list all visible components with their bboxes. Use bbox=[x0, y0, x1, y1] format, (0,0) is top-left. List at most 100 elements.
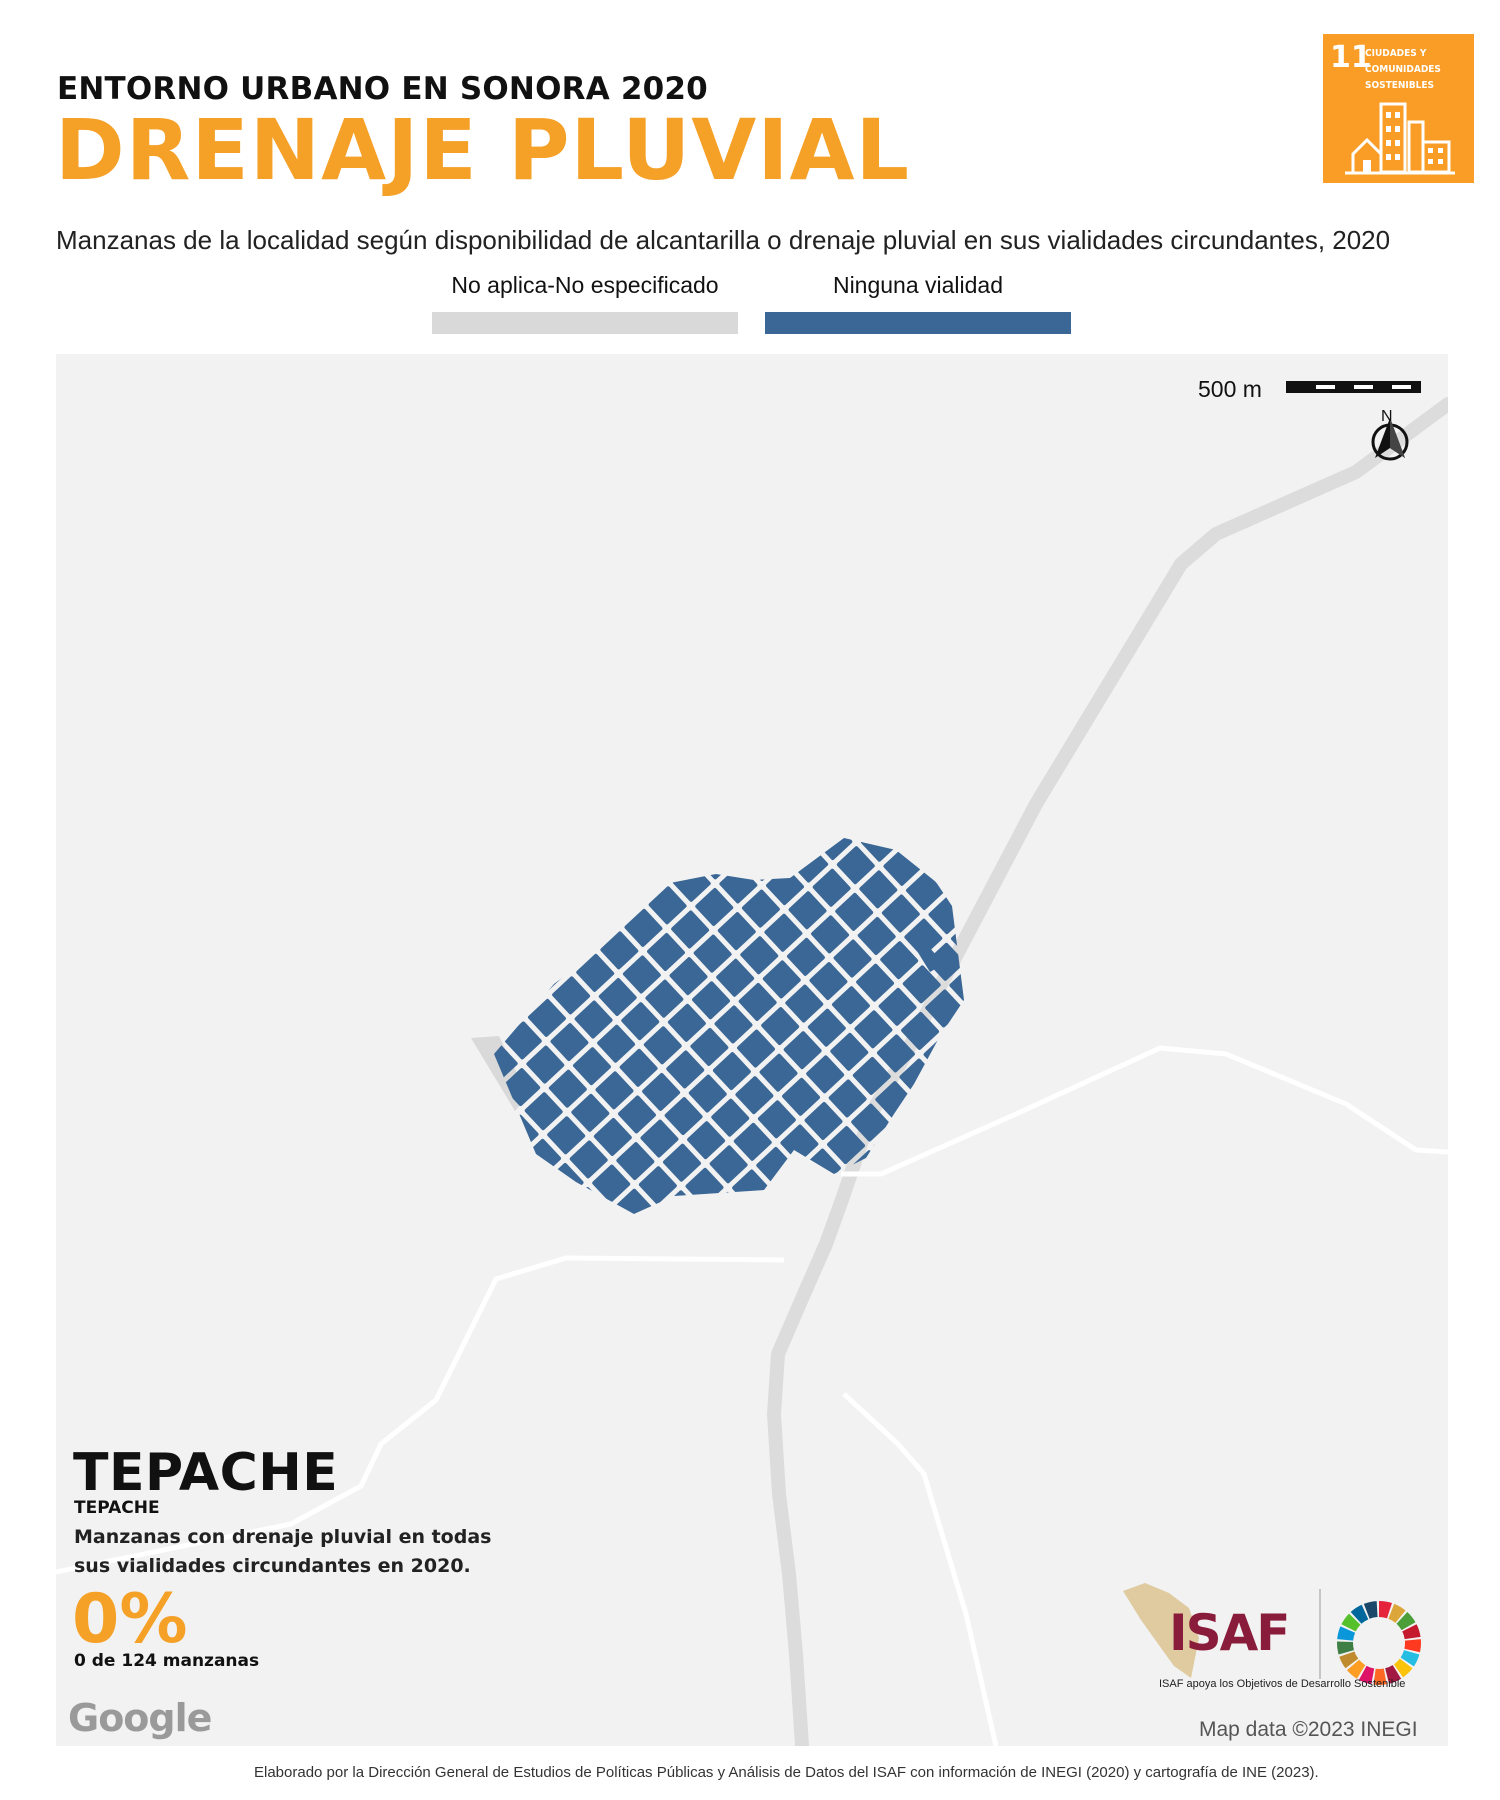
town-block bbox=[657, 1283, 697, 1323]
indicator-percent: 0% bbox=[72, 1580, 188, 1659]
town-block bbox=[273, 919, 313, 959]
town-block bbox=[862, 776, 902, 816]
town-block bbox=[725, 678, 765, 718]
town-block bbox=[921, 1082, 960, 1121]
town-block bbox=[995, 968, 1035, 1008]
map-attribution[interactable]: Map data ©2023 INEGI bbox=[1199, 1718, 1418, 1742]
town-block bbox=[494, 1137, 515, 1176]
town-block bbox=[954, 838, 964, 865]
town-block bbox=[791, 797, 831, 837]
footer-credit: Elaborado por la Dirección General de Es… bbox=[254, 1764, 1319, 1781]
town-block bbox=[418, 784, 458, 824]
town-block bbox=[635, 1259, 675, 1299]
town-block bbox=[587, 627, 627, 667]
town-block bbox=[511, 787, 551, 827]
town-block bbox=[653, 746, 693, 786]
town-block bbox=[416, 831, 456, 871]
town-block bbox=[630, 722, 670, 762]
town-block bbox=[342, 945, 382, 985]
town-block bbox=[627, 838, 666, 854]
town-block bbox=[908, 778, 948, 818]
town-block bbox=[588, 1257, 628, 1297]
legend-item-no-aplica: No aplica-No especificado bbox=[432, 272, 738, 334]
town-block bbox=[635, 582, 675, 622]
town-block bbox=[543, 1209, 582, 1214]
town-block bbox=[406, 1111, 446, 1151]
town-block bbox=[408, 1064, 448, 1104]
town-block bbox=[587, 1304, 627, 1344]
town-block bbox=[521, 1185, 560, 1214]
town-block bbox=[415, 877, 455, 917]
town-block bbox=[749, 656, 789, 696]
town-block bbox=[442, 762, 482, 802]
town-block bbox=[316, 1014, 356, 1054]
indicator-description: Manzanas con drenaje pluvial en todas su… bbox=[74, 1526, 492, 1577]
town-block bbox=[564, 1280, 604, 1320]
town-block bbox=[897, 1105, 936, 1144]
town-block bbox=[794, 704, 834, 744]
sdg-11-badge: 11 CIUDADES Y COMUNIDADES SOSTENIBLES bbox=[1323, 34, 1474, 183]
town-block bbox=[674, 838, 713, 856]
town-block bbox=[537, 718, 577, 758]
town-block bbox=[564, 602, 604, 642]
town-block bbox=[339, 1038, 379, 1078]
town-block bbox=[508, 881, 547, 920]
town-block bbox=[632, 1352, 672, 1392]
town-block bbox=[439, 855, 479, 895]
secondary-road-east bbox=[841, 1045, 1448, 1177]
town-block bbox=[796, 657, 836, 697]
indicator-count: 0 de 124 manzanas bbox=[74, 1651, 260, 1671]
town-block bbox=[361, 1062, 401, 1102]
town-block bbox=[452, 1159, 492, 1199]
town-block bbox=[754, 1193, 793, 1214]
town-block bbox=[411, 971, 451, 1011]
town-block bbox=[365, 969, 405, 1009]
isaf-logo-group: ISAF ISAF apoya los Objetivos de Desarro… bbox=[1159, 1590, 1444, 1700]
town-block bbox=[321, 874, 361, 914]
town-block bbox=[604, 791, 644, 831]
town-block bbox=[947, 1013, 964, 1052]
town-block bbox=[344, 898, 384, 938]
town-block bbox=[606, 744, 646, 784]
town-block bbox=[492, 670, 532, 710]
town-block bbox=[612, 1235, 652, 1275]
town-block bbox=[226, 918, 266, 958]
town-block bbox=[494, 879, 501, 918]
town-block bbox=[703, 654, 743, 694]
town-block bbox=[701, 701, 741, 741]
legend-label: Ninguna vialidad bbox=[832, 272, 1004, 298]
town-block bbox=[722, 771, 762, 811]
town-block bbox=[432, 1041, 472, 1081]
town-block bbox=[724, 725, 764, 765]
town-block bbox=[839, 752, 879, 792]
town-block bbox=[793, 751, 833, 791]
town-block bbox=[633, 1305, 673, 1345]
town-block bbox=[654, 699, 694, 739]
legend-label: No aplica-No especificado bbox=[451, 272, 719, 298]
town-block bbox=[680, 1307, 720, 1347]
town-block bbox=[297, 897, 337, 937]
town-block bbox=[815, 775, 855, 815]
town-block bbox=[886, 754, 926, 794]
town-block bbox=[494, 1183, 513, 1214]
town-block bbox=[838, 799, 878, 839]
town-block bbox=[440, 808, 480, 848]
town-block bbox=[395, 760, 435, 800]
town-block bbox=[516, 647, 556, 687]
town-block bbox=[384, 1086, 424, 1126]
town-block bbox=[633, 628, 673, 668]
town-block bbox=[658, 606, 698, 646]
town-block bbox=[885, 838, 924, 840]
town-block bbox=[394, 807, 434, 847]
town-block bbox=[637, 1212, 676, 1214]
town-block bbox=[431, 1088, 471, 1128]
town-block bbox=[778, 1171, 817, 1210]
town-block bbox=[436, 948, 476, 988]
town-block bbox=[699, 747, 739, 787]
town-block bbox=[650, 839, 689, 878]
town-block bbox=[613, 557, 653, 597]
town-block bbox=[608, 697, 648, 737]
town-block bbox=[497, 1207, 536, 1214]
municipality-name: TEPACHE bbox=[74, 1498, 160, 1518]
town-block bbox=[386, 1040, 426, 1080]
